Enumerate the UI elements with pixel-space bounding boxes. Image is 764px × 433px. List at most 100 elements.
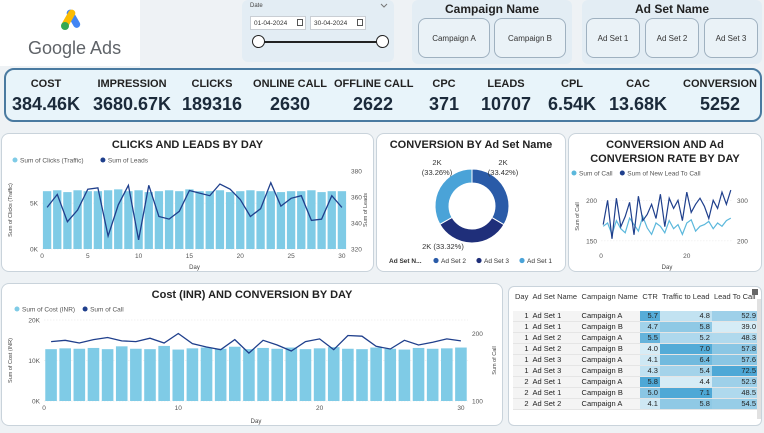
table-header-cell[interactable]: Traffic to Lead [660, 291, 712, 311]
x-tick-label: 0 [40, 253, 44, 260]
table-row[interactable]: 1 Ad Set 3 Campaign B 4.3 5.4 72.5 [513, 365, 758, 377]
table-cell: 54.5 [711, 398, 758, 410]
bar [313, 348, 326, 401]
x-tick-label: 10 [135, 253, 143, 260]
date-slider-track[interactable] [258, 41, 382, 43]
table-cell: 4.8 [659, 311, 712, 322]
legend-label: Ad Set 1 [527, 258, 552, 265]
y-tick-label: 20K [28, 318, 40, 325]
kpi-label: CPC [432, 78, 456, 90]
table-cell: Ad Set 2 [530, 398, 580, 410]
table-row[interactable]: 2 Ad Set 1 Campaign B 5.0 7.1 48.5 [513, 387, 758, 399]
adset-option-2[interactable]: Ad Set 2 [645, 18, 699, 58]
kpi-value: 2630 [269, 94, 311, 114]
campaign-option-a[interactable]: Campaign A [418, 18, 490, 58]
table-cell: Ad Set 1 [530, 311, 580, 322]
table-cell: 1 [513, 365, 531, 377]
table-scrollbar[interactable] [757, 299, 761, 419]
detail-table: Day Ad Set Name Campaign Name CTR Traffic to… [508, 286, 762, 426]
x-tick-label: 25 [287, 253, 295, 260]
table-cell: 5.0 [640, 387, 660, 399]
bar [271, 348, 283, 401]
table-header-row: Day Ad Set Name Campaign Name CTR Traffic to… [513, 291, 758, 311]
chevron-down-icon[interactable] [380, 3, 388, 9]
adset-option-3[interactable]: Ad Set 3 [704, 18, 758, 58]
bar [59, 348, 71, 401]
x-axis-label: Day [189, 265, 200, 271]
table-cell: 39.0 [711, 321, 758, 333]
table-cell: 72.5 [711, 365, 758, 377]
legend-label: Sum of Cost (INR) [22, 307, 75, 314]
table-header-cell[interactable]: Campaign Name [580, 291, 641, 311]
kpi-cac: CAC 13.68K [604, 70, 672, 115]
table-row[interactable]: 1 Ad Set 1 Campaign A 5.7 4.8 52.9 [513, 311, 758, 322]
table-row[interactable]: 1 Ad Set 1 Campaign B 4.7 5.8 39.0 [513, 321, 758, 333]
table-row[interactable]: 1 Ad Set 2 Campaign A 5.5 5.2 48.3 [513, 332, 758, 344]
y-tick-label: 5K [30, 201, 39, 208]
legend-marker [519, 257, 525, 264]
bar [130, 348, 142, 401]
kpi-label: CPL [561, 78, 583, 90]
bar [87, 347, 100, 401]
series-line [602, 189, 732, 239]
x-axis-label: Day [662, 265, 673, 271]
conversion-rate-chart-card: CONVERSION AND Ad CONVERSION RATE BY DAY… [568, 133, 762, 272]
y2-tick-label: 200 [472, 331, 483, 338]
kpi-label: IMPRESSION [97, 78, 167, 90]
kpi-label: LEADS [487, 78, 525, 90]
logo-area: Google Ads [0, 0, 140, 66]
bar [342, 348, 354, 401]
bar [384, 348, 397, 401]
kpi-leads: LEADS 10707 [474, 70, 538, 115]
adset-option-1[interactable]: Ad Set 1 [586, 18, 640, 58]
table-cell: 1 [513, 354, 531, 366]
date-slider-end-handle[interactable] [376, 35, 389, 48]
end-date-input[interactable]: 30-04-2024 [310, 16, 366, 30]
x-tick-label: 15 [186, 253, 194, 260]
kpi-cpl: CPL 6.54K [542, 70, 602, 115]
x-tick-label: 20 [237, 253, 245, 260]
bar [42, 191, 52, 249]
legend-label: Ad Set 2 [441, 258, 466, 265]
table-cell: 1 [513, 343, 531, 355]
x-tick-label: 30 [338, 253, 346, 260]
campaign-option-b[interactable]: Campaign B [494, 18, 566, 58]
y-axis-label: Sum of Clicks (Traffic) [8, 183, 14, 237]
date-slider-start-handle[interactable] [252, 35, 265, 48]
more-options-icon[interactable] [752, 289, 758, 295]
bar [370, 347, 382, 401]
bar [186, 348, 199, 401]
data-label: 2K [432, 158, 441, 167]
bar [225, 192, 235, 249]
table-row[interactable]: 1 Ad Set 2 Campaign B 4.0 7.0 57.8 [513, 343, 758, 355]
kpi-impression: IMPRESSION 3680.67K [84, 70, 180, 115]
table-cell: 4.7 [640, 321, 660, 333]
bar [337, 191, 347, 249]
table-header-cell[interactable]: CTR [640, 291, 660, 311]
table-header-cell[interactable]: Ad Set Name [531, 291, 580, 311]
legend-marker [433, 257, 439, 264]
legend-label: Sum of Call [90, 307, 124, 314]
legend-marker [82, 306, 88, 312]
bar [205, 191, 214, 249]
table-row[interactable]: 2 Ad Set 1 Campaign A 5.8 4.4 52.9 [513, 376, 758, 388]
kpi-value: 5252 [699, 94, 741, 114]
brand-name: Google Ads [28, 38, 122, 58]
table-header-cell[interactable]: Day [513, 291, 531, 311]
kpi-label: COST [30, 78, 62, 90]
legend-marker [12, 157, 18, 163]
table-cell: Campaign A [579, 376, 641, 388]
table-row[interactable]: 1 Ad Set 3 Campaign A 4.1 6.4 57.6 [513, 354, 758, 366]
legend-marker [14, 306, 20, 312]
kpi-value: 384.46K [11, 94, 81, 114]
bar [455, 347, 467, 401]
conversion-adset-chart-card: CONVERSION BY Ad Set Name 2K (33.42%) 2K (3… [376, 133, 566, 272]
table-cell: 5.4 [659, 365, 712, 377]
y-tick-label: 150 [586, 238, 597, 245]
clicks-leads-chart: Sum of Clicks (Traffic) Sum of Leads 0K 5K 3… [8, 157, 369, 271]
bar [398, 349, 411, 401]
bar [134, 190, 143, 249]
kpi-value: 3680.67K [92, 94, 172, 114]
start-date-input[interactable]: 01-04-2024 [250, 16, 306, 30]
table-row[interactable]: 2 Ad Set 2 Campaign A 4.1 5.8 54.5 [513, 398, 758, 410]
